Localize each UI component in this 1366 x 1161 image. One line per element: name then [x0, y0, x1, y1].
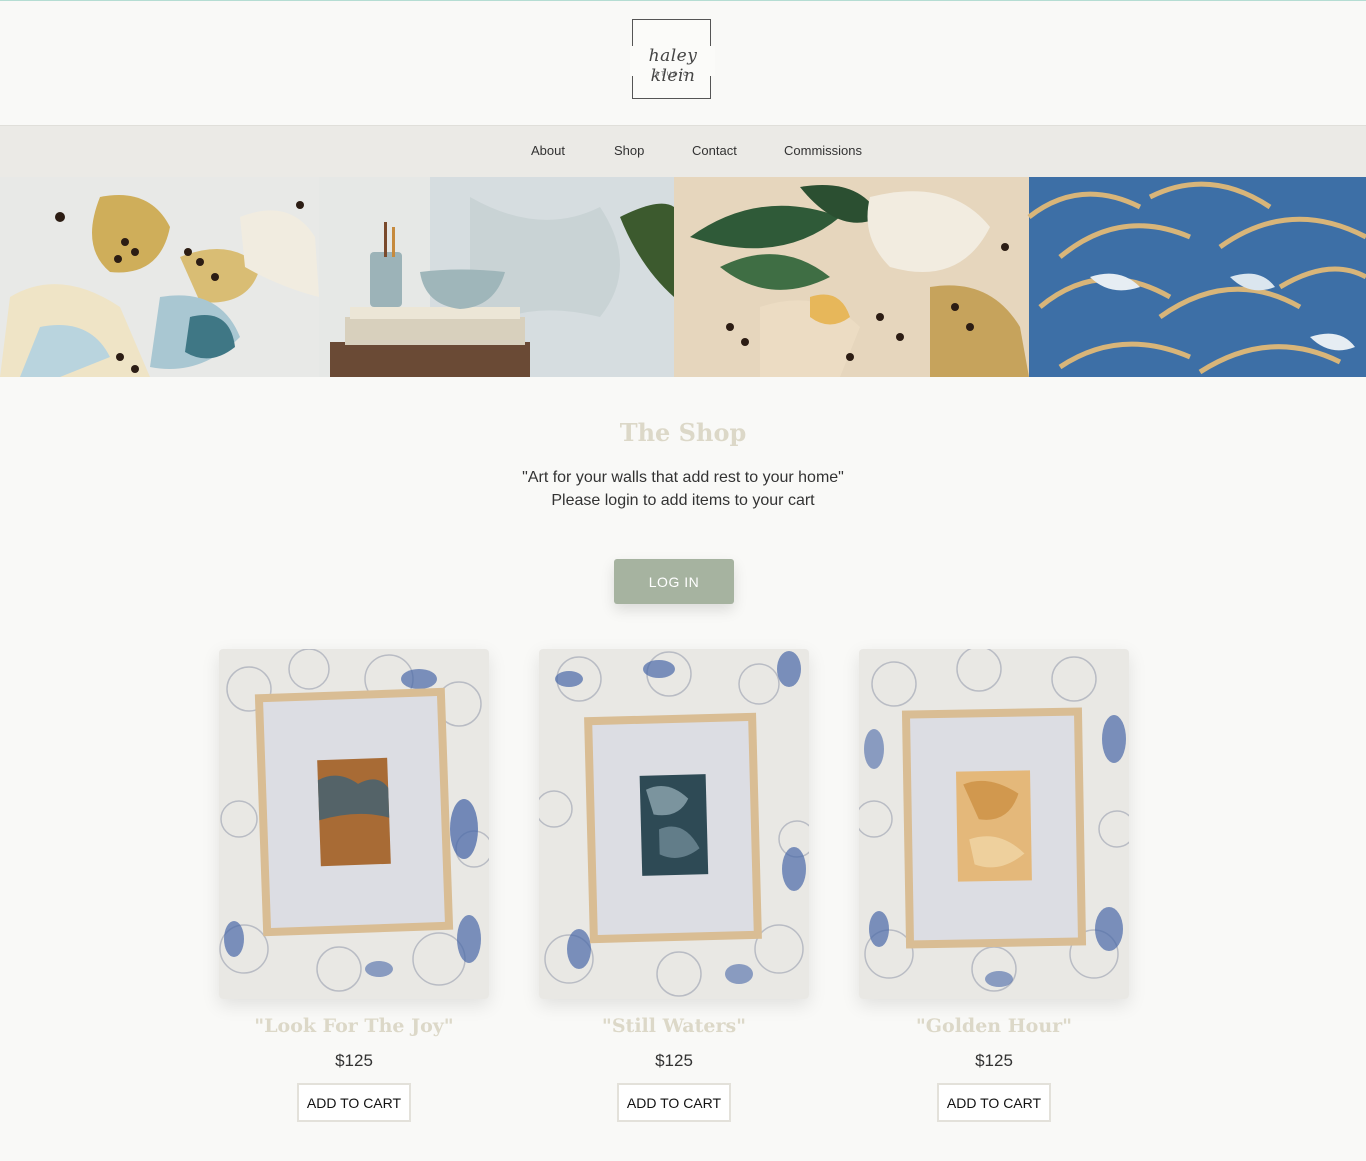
nav-item-about[interactable]: About: [531, 143, 565, 158]
product-card: "Look For The Joy" $125 ADD TO CART: [219, 649, 489, 1129]
add-to-cart-button[interactable]: ADD TO CART: [617, 1083, 731, 1122]
logo-script-text: haley klein: [648, 46, 698, 86]
product-image-still-waters[interactable]: [539, 649, 809, 999]
hero-image-studio: [319, 177, 674, 377]
product-card: "Golden Hour" $125 ADD TO CART: [859, 649, 1129, 1129]
main-nav: About Shop Contact Commissions: [0, 125, 1366, 177]
product-image-look-for-the-joy[interactable]: [219, 649, 489, 999]
site-header: haley klein STUDIO: [0, 1, 1366, 125]
product-card: "Still Waters" $125 ADD TO CART: [539, 649, 809, 1129]
nav-item-contact[interactable]: Contact: [692, 143, 737, 158]
product-title: "Look For The Joy": [254, 1015, 454, 1037]
hero-image-blue-scales: [1027, 177, 1366, 377]
product-price: $125: [975, 1051, 1013, 1070]
login-note: Please login to add items to your cart: [551, 492, 815, 509]
shop-tagline: "Art for your walls that add rest to you…: [522, 469, 844, 486]
add-to-cart-button[interactable]: ADD TO CART: [297, 1083, 411, 1122]
login-button[interactable]: LOG IN: [614, 559, 734, 604]
nav-item-commissions[interactable]: Commissions: [784, 143, 862, 158]
nav-item-shop[interactable]: Shop: [614, 143, 644, 158]
product-price: $125: [655, 1051, 693, 1070]
hero-image-leaves: [674, 177, 1029, 377]
logo-sub-text: STUDIO: [655, 72, 690, 78]
product-price: $125: [335, 1051, 373, 1070]
add-to-cart-button[interactable]: ADD TO CART: [937, 1083, 1051, 1122]
product-title: "Still Waters": [601, 1015, 747, 1037]
shop-title: The Shop: [619, 418, 747, 447]
hero-image-strip: [0, 177, 1366, 377]
product-title: "Golden Hour": [915, 1015, 1073, 1037]
product-image-golden-hour[interactable]: [859, 649, 1129, 999]
hero-image-gold-leaf: [0, 177, 319, 377]
studio-logo[interactable]: haley klein STUDIO: [630, 19, 715, 99]
